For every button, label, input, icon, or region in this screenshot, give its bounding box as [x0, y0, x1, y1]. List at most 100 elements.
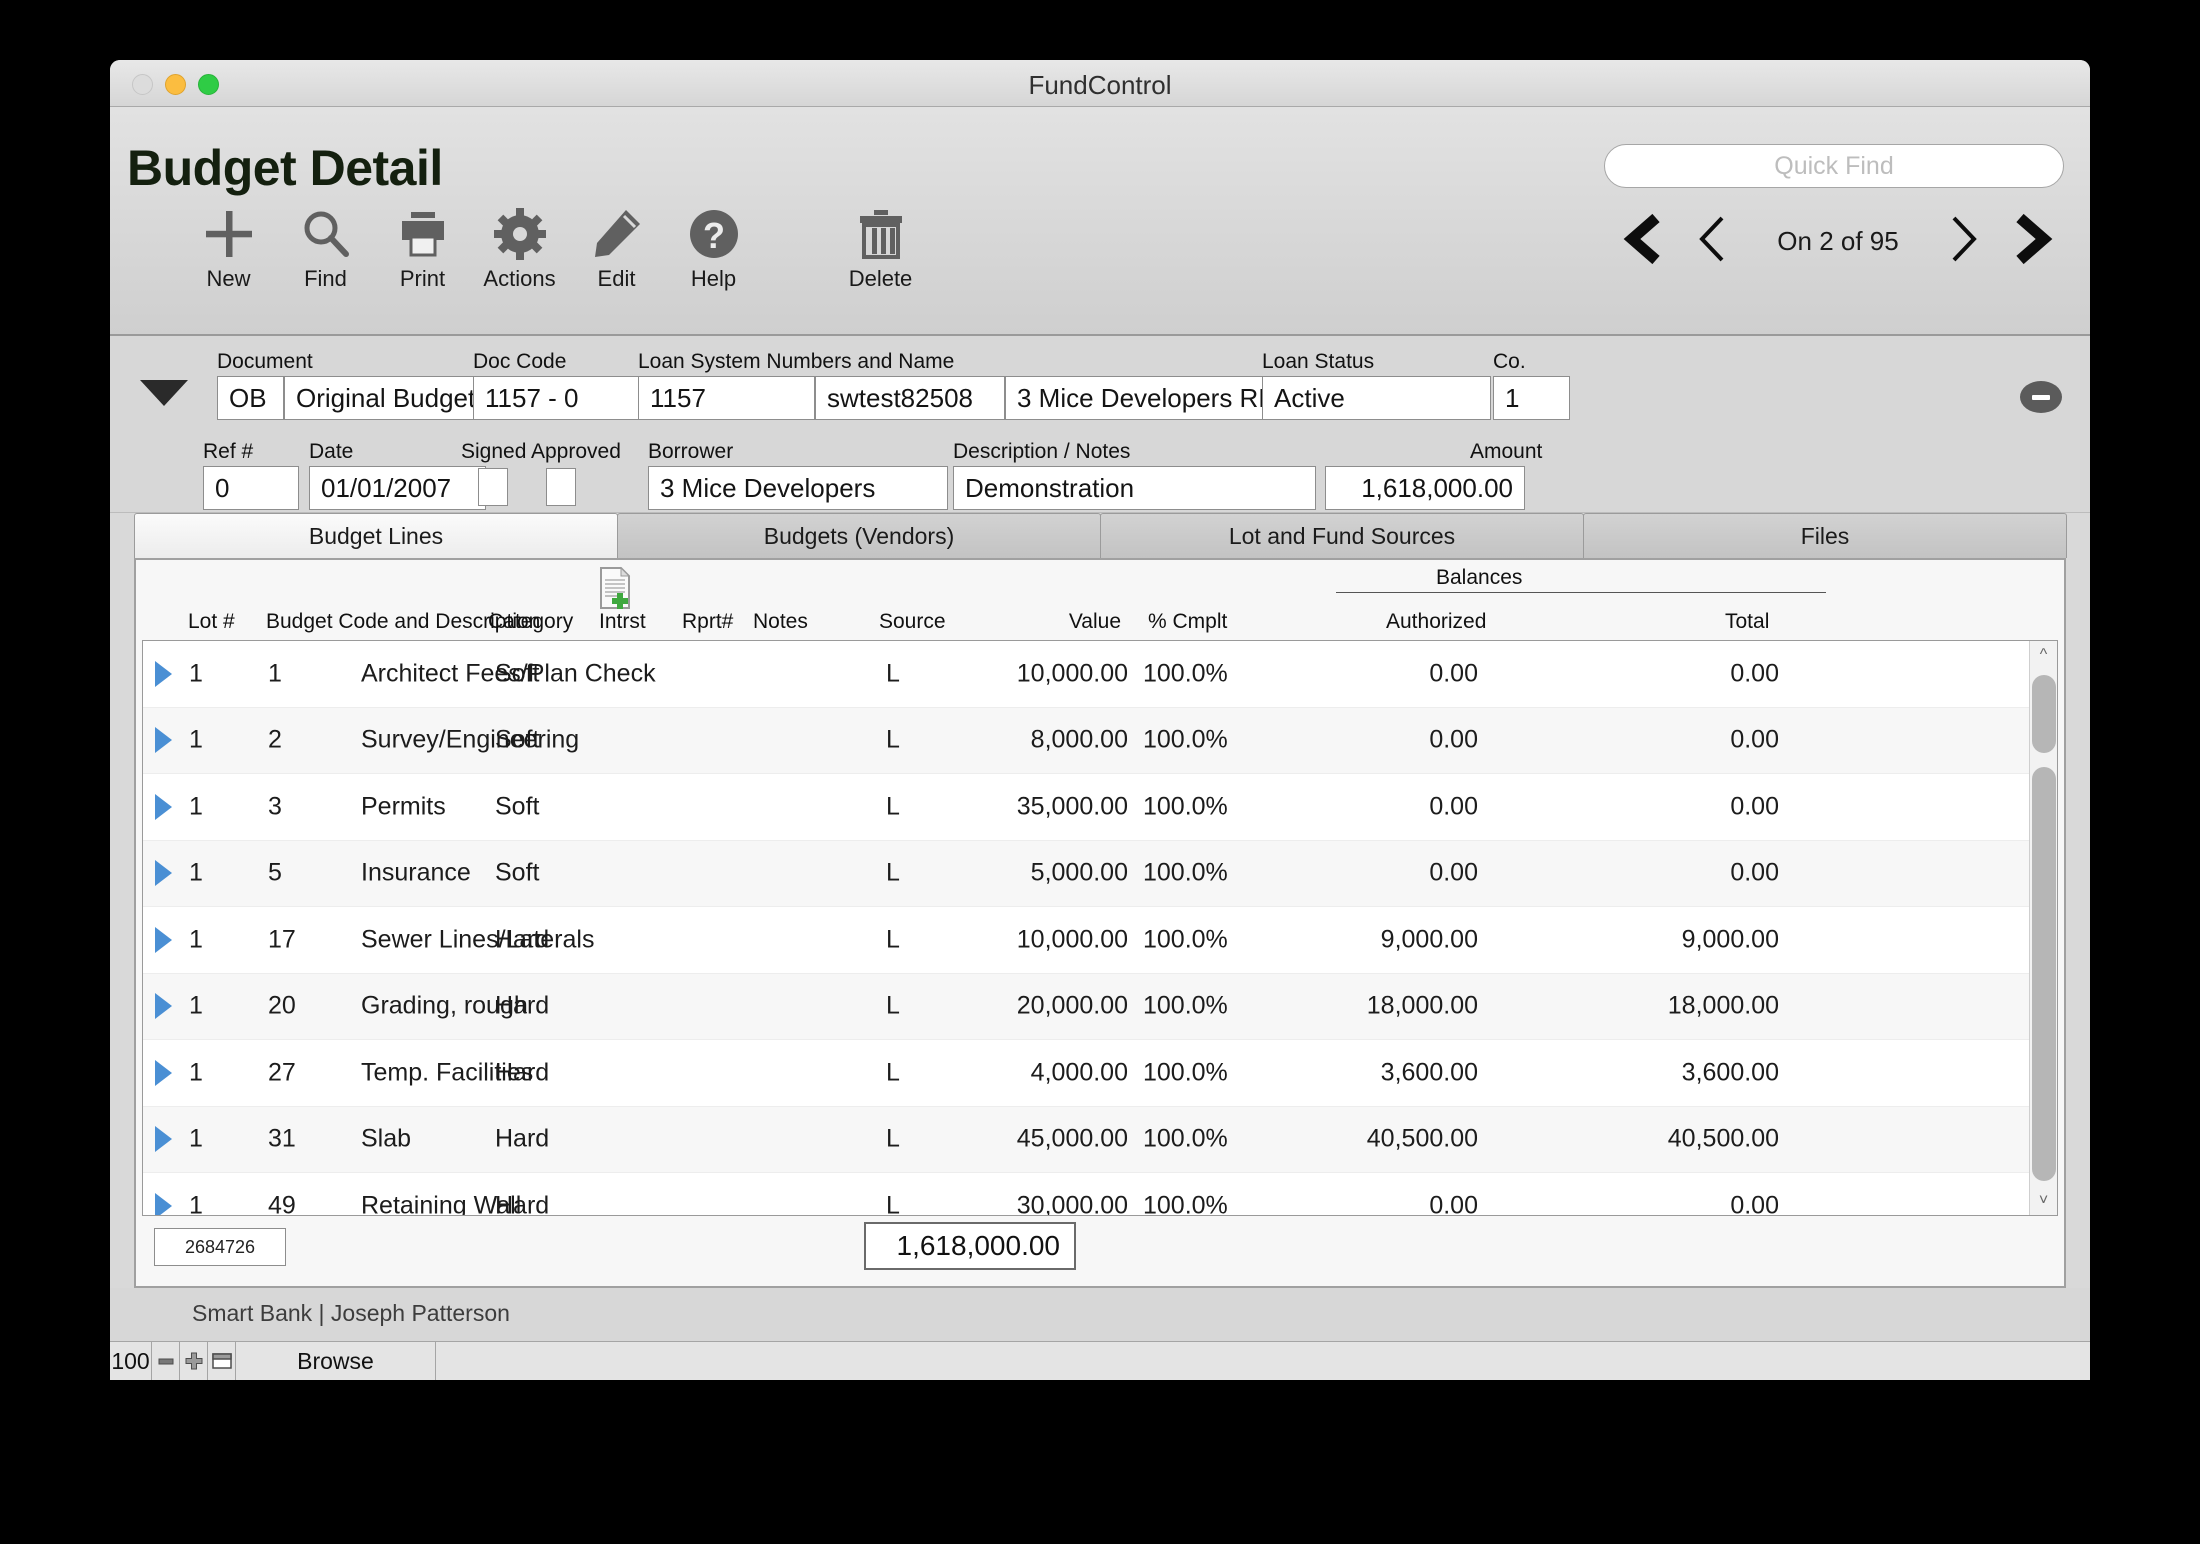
company-label: Co. [1493, 350, 1526, 373]
previous-record-button[interactable] [1680, 212, 1748, 271]
svg-text:?: ? [703, 215, 725, 256]
tab-budget-lines-label: Budget Lines [308, 522, 444, 549]
last-record-button[interactable] [1996, 212, 2064, 271]
trash-icon [832, 207, 929, 261]
document-form: Document Doc Code Loan System Numbers an… [110, 336, 2090, 513]
toggle-layout-icon[interactable] [208, 1342, 236, 1380]
table-row[interactable]: 1 1 Architect Fees/Plan Check Soft L 10,000.0… [143, 641, 2029, 708]
row-expand-arrow-icon[interactable] [155, 926, 172, 953]
first-record-button[interactable] [1612, 212, 1680, 271]
cell-authorized: 3,600.00 [1380, 1058, 1478, 1087]
next-record-button[interactable] [1928, 212, 1996, 271]
cell-lot: 1 [189, 792, 203, 821]
cell-lot: 1 [189, 1124, 203, 1153]
table-row[interactable]: 1 31 Slab Hard L 45,000.00 100.0% 40,500.00 40,5… [143, 1106, 2029, 1173]
col-header-total: Total [1725, 610, 1770, 633]
zoom-level-label[interactable]: 100 [110, 1342, 152, 1380]
description-field[interactable]: Demonstration [953, 466, 1316, 510]
approved-checkbox[interactable] [546, 468, 576, 506]
cell-category: Soft [495, 858, 540, 887]
table-row[interactable]: 1 20 Grading, rough Hard L 20,000.00 100.0% 18,… [143, 973, 2029, 1040]
delete-button[interactable]: Delete [832, 207, 929, 292]
desktop-background: FundControl Budget Detail New [0, 0, 2200, 1544]
cell-value: 10,000.00 [1016, 925, 1128, 954]
help-button[interactable]: ? Help [665, 207, 762, 292]
vertical-scrollbar[interactable]: ^ ˅ [2029, 641, 2057, 1215]
row-expand-arrow-icon[interactable] [155, 727, 172, 754]
scroll-down-button[interactable]: ˅ [2030, 1187, 2057, 1215]
collapse-section-triangle[interactable] [140, 380, 188, 406]
document-add-icon[interactable] [598, 566, 632, 610]
cell-budget-code: 2 [268, 725, 282, 754]
date-field[interactable]: 01/01/2007 [309, 466, 486, 510]
tab-section: Budget Lines Budgets (Vendors) Lot and F… [134, 513, 2067, 1288]
cell-value: 5,000.00 [1030, 858, 1128, 887]
new-button[interactable]: New [180, 207, 277, 292]
document-code-field[interactable]: OB [217, 376, 284, 420]
balances-rule [1336, 592, 1826, 593]
search-input[interactable] [1605, 145, 2063, 187]
cell-total: 0.00 [1730, 1191, 1779, 1216]
remove-record-button[interactable] [2020, 381, 2062, 413]
cell-total: 0.00 [1730, 659, 1779, 688]
zoom-out-icon[interactable] [152, 1342, 180, 1380]
tab-lot-fund-sources[interactable]: Lot and Fund Sources [1100, 513, 1584, 558]
row-expand-arrow-icon[interactable] [155, 993, 172, 1020]
quick-find-container[interactable] [1604, 144, 2064, 188]
col-header-category: Category [488, 610, 574, 633]
table-row[interactable]: 1 5 Insurance Soft L 5,000.00 100.0% 0.00 0.00 [143, 840, 2029, 907]
cell-value: 35,000.00 [1016, 792, 1128, 821]
scrollbar-thumb[interactable] [2032, 767, 2056, 1181]
cell-value: 20,000.00 [1016, 991, 1128, 1020]
row-expand-arrow-icon[interactable] [155, 660, 172, 687]
edit-button[interactable]: Edit [568, 207, 665, 292]
signed-checkbox[interactable] [478, 468, 508, 506]
cell-source: L [886, 925, 900, 954]
cell-description: Permits [361, 792, 446, 821]
table-row[interactable]: 1 49 Retaining Wall Hard L 30,000.00 100.0% 0.0… [143, 1173, 2029, 1216]
amount-field[interactable]: 1,618,000.00 [1325, 466, 1525, 510]
question-circle-icon: ? [665, 207, 762, 261]
mode-selector[interactable]: Browse [236, 1342, 436, 1380]
row-expand-arrow-icon[interactable] [155, 1059, 172, 1086]
table-row[interactable]: 1 17 Sewer Lines/Laterals Hard L 10,000.00 100… [143, 907, 2029, 974]
company-field[interactable]: 1 [1493, 376, 1570, 420]
scroll-up-button[interactable]: ^ [2030, 641, 2057, 669]
gear-icon [471, 207, 568, 261]
tab-lot-fund-sources-label: Lot and Fund Sources [1228, 522, 1456, 549]
loan-status-field[interactable]: Active [1262, 376, 1491, 420]
record-navigation: On 2 of 95 [1612, 212, 2064, 271]
cell-description: Survey/Engineering [361, 725, 580, 754]
table-row[interactable]: 1 3 Permits Soft L 35,000.00 100.0% 0.00 0.00 [143, 774, 2029, 841]
borrower-field[interactable]: 3 Mice Developers [648, 466, 948, 510]
scrollbar-thumb-top[interactable] [2032, 675, 2056, 753]
cell-total: 3,600.00 [1681, 1058, 1779, 1087]
cell-value: 8,000.00 [1030, 725, 1128, 754]
row-expand-arrow-icon[interactable] [155, 860, 172, 887]
cell-description: Insurance [361, 858, 471, 887]
find-button[interactable]: Find [277, 207, 374, 292]
zoom-in-icon[interactable] [180, 1342, 208, 1380]
row-expand-arrow-icon[interactable] [155, 1192, 172, 1215]
cell-lot: 1 [189, 991, 203, 1020]
tab-files[interactable]: Files [1583, 513, 2067, 558]
delete-button-label: Delete [848, 266, 913, 291]
loan-alt-field[interactable]: swtest82508 [815, 376, 1005, 420]
row-expand-arrow-icon[interactable] [155, 1126, 172, 1153]
plus-icon [180, 207, 277, 261]
record-id-field[interactable]: 2684726 [154, 1228, 286, 1266]
cell-lot: 1 [189, 1058, 203, 1087]
table-row[interactable]: 1 2 Survey/Engineering Soft L 8,000.00 100.0% 0… [143, 707, 2029, 774]
tab-budget-lines[interactable]: Budget Lines [134, 513, 618, 558]
row-expand-arrow-icon[interactable] [155, 793, 172, 820]
loan-number-field[interactable]: 1157 [638, 376, 815, 420]
tab-budgets-vendors[interactable]: Budgets (Vendors) [617, 513, 1101, 558]
signed-label: Signed [461, 440, 527, 463]
print-button[interactable]: Print [374, 207, 471, 292]
actions-button[interactable]: Actions [471, 207, 568, 292]
cell-budget-code: 31 [268, 1124, 296, 1153]
table-row[interactable]: 1 27 Temp. Facilities Hard L 4,000.00 100.0% 3,… [143, 1040, 2029, 1107]
col-header-rprt: Rprt# [682, 610, 734, 633]
cell-category: Hard [495, 1124, 550, 1153]
ref-field[interactable]: 0 [203, 466, 299, 510]
